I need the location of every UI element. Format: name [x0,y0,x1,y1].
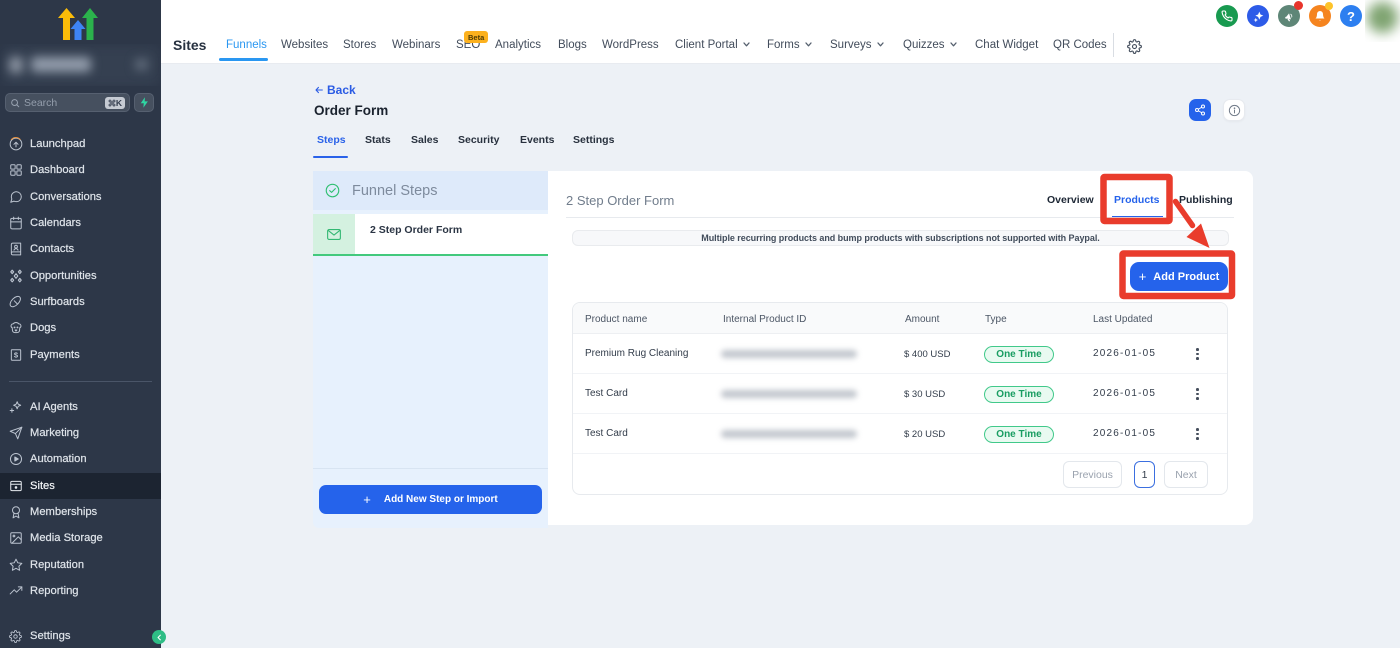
svg-text:$: $ [14,350,19,359]
